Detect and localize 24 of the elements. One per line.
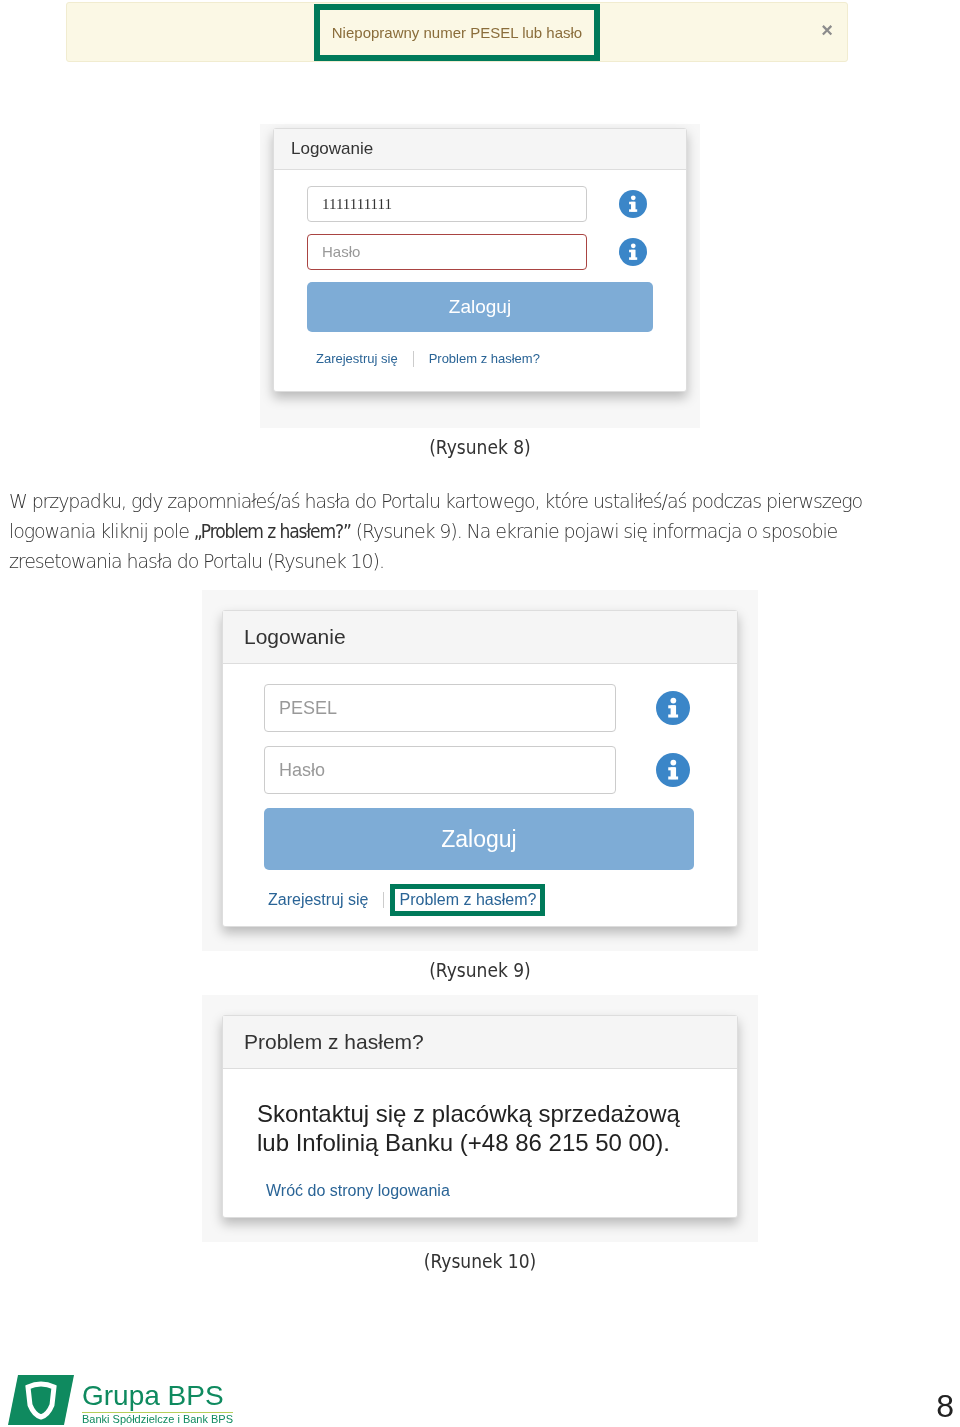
input-field[interactable]: 1111111111 (307, 186, 587, 222)
info-icon[interactable] (656, 753, 690, 787)
logo-icon (8, 1375, 74, 1425)
body-paragraph: W przypadku, gdy zapomniałeś/aś hasła do Portalu kartowego, które ustaliłeś/aś podczas pierwszego logowania kliknij pole „Problem z hasłem?” (Rysunek 9). Na ekranie pojawi się informacja o sposobie zresetowania hasła do Portalu (Rysunek 10). (9, 489, 864, 574)
panel-title: Logowanie (244, 625, 346, 648)
input-field[interactable]: Hasło (307, 234, 587, 270)
figure-caption: (Rysunek 9) (429, 959, 531, 981)
page-number: 8 (936, 1388, 954, 1425)
link[interactable]: Zarejestruj się (259, 884, 378, 916)
info-icon[interactable] (619, 190, 647, 218)
figure-caption: (Rysunek 8) (429, 436, 531, 458)
info-icon[interactable] (619, 238, 647, 266)
panel-title: Problem z hasłem? (244, 1030, 424, 1053)
alert-message: Niepoprawny numer PESEL lub hasło (313, 3, 601, 61)
brand-tagline: Banki Spółdzielcze i Bank BPS (82, 1413, 234, 1425)
info-message: Skontaktuj się z placówką sprzedażową lub Infolinią Banku (+48 86 215 50 00). (257, 1099, 681, 1157)
link[interactable]: Problem z hasłem? (390, 884, 546, 916)
back-link[interactable]: Wróć do strony logowania (257, 1175, 696, 1207)
panel-title: Logowanie (291, 139, 374, 158)
info-icon[interactable] (656, 691, 690, 725)
brand-name: Grupa BPS (82, 1380, 234, 1413)
link[interactable]: Problem z hasłem? (419, 344, 549, 373)
figure-caption: (Rysunek 10) (423, 1250, 537, 1272)
link[interactable]: Zarejestruj się (307, 344, 407, 373)
